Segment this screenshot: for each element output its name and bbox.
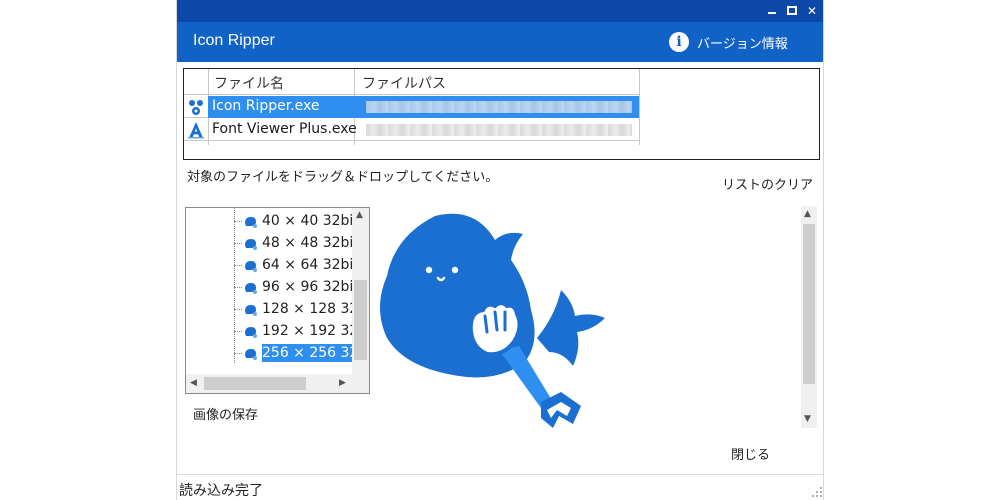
tree-item[interactable]: 128 × 128 32 (234, 298, 362, 320)
whale-icon (245, 283, 257, 294)
tree-item[interactable]: 64 × 64 32bit (234, 254, 362, 276)
drop-instruction: 対象のファイルをドラッグ＆ドロップしてください。 (187, 170, 499, 185)
tree-item-label: 128 × 128 32 (262, 301, 359, 317)
icon-ripper-app-icon (189, 100, 203, 115)
whale-icon (245, 349, 257, 360)
table-header: ファイル名 ファイルパス (184, 69, 639, 95)
tree-connector (234, 309, 242, 310)
app-window: ✕ Icon Ripper i バージョン情報 ファイル名 ファイルパス Ico… (176, 0, 824, 500)
file-path-cell-redacted (366, 124, 632, 136)
table-row[interactable]: Icon Ripper.exe (184, 96, 639, 118)
app-header: Icon Ripper i バージョン情報 (177, 22, 823, 62)
resize-grip-icon[interactable] (811, 486, 823, 498)
tree-item-label: 40 × 40 32bit (262, 213, 359, 229)
close-icon: ✕ (806, 4, 818, 18)
tree-connector (234, 243, 242, 244)
tree-item-label: 64 × 64 32bit (262, 257, 359, 273)
title-bar: ✕ (177, 0, 823, 22)
info-icon: i (669, 32, 689, 52)
scrollbar-corner (352, 374, 369, 393)
tree-connector (234, 287, 242, 288)
tree-item[interactable]: 48 × 48 32bit (234, 232, 362, 254)
scrollbar-thumb[interactable] (204, 377, 306, 390)
tree-item[interactable]: 96 × 96 32bit (234, 276, 362, 298)
column-header-filename[interactable]: ファイル名 (214, 73, 284, 93)
maximize-icon (787, 6, 797, 15)
tree-item-selected[interactable]: 256 × 256 32 (234, 342, 367, 364)
whale-icon (245, 239, 257, 250)
about-label: バージョン情報 (697, 36, 788, 52)
save-image-button[interactable]: 画像の保存 (193, 404, 258, 423)
font-viewer-app-icon (188, 122, 204, 139)
scroll-up-icon[interactable]: ▲ (356, 210, 363, 220)
whale-icon (245, 305, 257, 316)
tree-item-label: 192 × 192 32 (262, 323, 359, 339)
file-name-cell: Font Viewer Plus.exe (212, 121, 357, 137)
app-title: Icon Ripper (193, 32, 275, 49)
whale-icon (245, 217, 257, 228)
maximize-button[interactable] (781, 0, 803, 22)
tree-item[interactable]: 192 × 192 32 (234, 320, 362, 342)
table-row[interactable]: Font Viewer Plus.exe (184, 119, 639, 141)
tree-vertical-scrollbar[interactable]: ▲ (352, 208, 369, 374)
tree-connector (234, 265, 242, 266)
whale-icon (245, 261, 257, 272)
minimize-icon (768, 12, 776, 14)
file-name-cell: Icon Ripper.exe (212, 98, 320, 114)
about-button[interactable]: i バージョン情報 (669, 30, 788, 54)
tree-connector (234, 221, 242, 222)
close-window-button[interactable]: ✕ (801, 0, 823, 22)
scroll-left-icon[interactable]: ◀ (190, 378, 197, 388)
status-text: 読み込み完了 (179, 483, 263, 499)
scrollbar-thumb[interactable] (354, 280, 367, 360)
clear-list-button[interactable]: リストのクリア (722, 174, 813, 193)
tree-horizontal-scrollbar[interactable]: ◀ ▶ (186, 374, 352, 393)
file-list-table[interactable]: ファイル名 ファイルパス Icon Ripper.exe Font Viewer… (183, 68, 820, 160)
tree-item-label: 48 × 48 32bit (262, 235, 359, 251)
whale-icon (245, 327, 257, 338)
column-divider (639, 69, 640, 145)
tree-connector (234, 331, 242, 332)
tree-item-label: 256 × 256 32 (262, 344, 367, 362)
tree-connector (234, 353, 242, 354)
tree-item[interactable]: 40 × 40 32bit (234, 210, 362, 232)
scroll-up-icon[interactable]: ▲ (804, 209, 811, 219)
tree-item-label: 96 × 96 32bit (262, 279, 359, 295)
status-bar: 読み込み完了 (177, 474, 823, 500)
preview-vertical-scrollbar[interactable]: ▲ ▼ (801, 206, 817, 428)
icon-preview-image (380, 213, 605, 428)
scroll-right-icon[interactable]: ▶ (339, 378, 346, 388)
close-button[interactable]: 閉じる (731, 444, 770, 463)
scroll-down-icon[interactable]: ▼ (804, 414, 811, 424)
minimize-button[interactable] (761, 0, 783, 22)
column-header-filepath[interactable]: ファイルパス (362, 73, 446, 93)
icon-size-tree[interactable]: 40 × 40 32bit 48 × 48 32bit 64 × 64 32bi… (185, 207, 370, 394)
scrollbar-thumb[interactable] (803, 224, 815, 384)
file-path-cell-redacted (366, 101, 632, 113)
